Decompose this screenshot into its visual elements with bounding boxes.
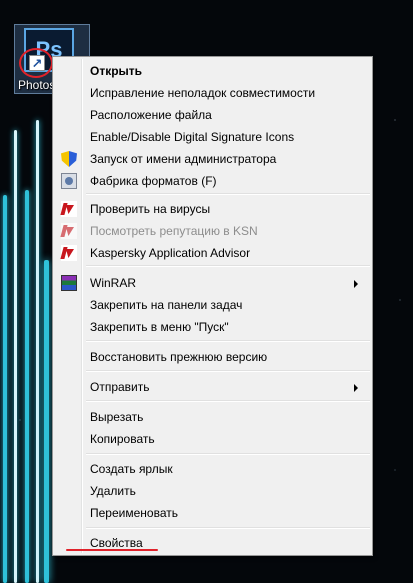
menu-separator <box>86 453 370 455</box>
menu-item-send-to[interactable]: Отправить <box>55 376 370 398</box>
menu-item-label: Копировать <box>90 432 155 446</box>
menu-item-label: Запуск от имени администратора <box>90 152 277 166</box>
menu-item-label: Переименовать <box>90 506 178 520</box>
menu-separator <box>86 193 370 195</box>
menu-item-open[interactable]: Открыть <box>55 60 370 82</box>
menu-item-signature-icons[interactable]: Enable/Disable Digital Signature Icons <box>55 126 370 148</box>
kaspersky-icon <box>61 223 77 239</box>
menu-item-label: Расположение файла <box>90 108 212 122</box>
menu-item-label: WinRAR <box>90 276 137 290</box>
menu-item-scan-virus[interactable]: Проверить на вирусы <box>55 198 370 220</box>
menu-item-create-shortcut[interactable]: Создать ярлык <box>55 458 370 480</box>
menu-item-pin-taskbar[interactable]: Закрепить на панели задач <box>55 294 370 316</box>
context-menu: Открыть Исправление неполадок совместимо… <box>52 56 373 556</box>
menu-item-label: Вырезать <box>90 410 144 424</box>
menu-item-delete[interactable]: Удалить <box>55 480 370 502</box>
menu-item-label: Фабрика форматов (F) <box>90 174 217 188</box>
menu-separator <box>86 400 370 402</box>
wallpaper-beam <box>44 260 49 583</box>
wallpaper-beam <box>36 120 39 583</box>
menu-item-label: Закрепить в меню "Пуск" <box>90 320 229 334</box>
menu-item-label: Закрепить на панели задач <box>90 298 243 312</box>
format-factory-icon <box>61 173 77 189</box>
menu-item-label: Проверить на вирусы <box>90 202 211 216</box>
menu-item-file-location[interactable]: Расположение файла <box>55 104 370 126</box>
menu-separator <box>86 370 370 372</box>
menu-item-copy[interactable]: Копировать <box>55 428 370 450</box>
menu-item-format-factory[interactable]: Фабрика форматов (F) <box>55 170 370 192</box>
wallpaper-beam <box>25 190 29 583</box>
menu-separator <box>86 340 370 342</box>
menu-item-pin-start[interactable]: Закрепить в меню "Пуск" <box>55 316 370 338</box>
menu-item-label: Kaspersky Application Advisor <box>90 246 251 260</box>
menu-item-label: Восстановить прежнюю версию <box>90 350 268 364</box>
wallpaper-beam <box>14 130 17 583</box>
wallpaper-beam <box>3 195 7 583</box>
menu-item-ksn-reputation: Посмотреть репутацию в KSN <box>55 220 370 242</box>
menu-item-troubleshoot-compatibility[interactable]: Исправление неполадок совместимости <box>55 82 370 104</box>
menu-item-rename[interactable]: Переименовать <box>55 502 370 524</box>
uac-shield-icon <box>61 151 77 167</box>
menu-item-label: Посмотреть репутацию в KSN <box>90 224 258 238</box>
menu-item-label: Отправить <box>90 380 150 394</box>
annotation-circle <box>19 48 53 78</box>
menu-separator <box>86 527 370 529</box>
annotation-underline <box>66 549 158 551</box>
menu-item-label: Enable/Disable Digital Signature Icons <box>90 130 295 144</box>
menu-item-label: Создать ярлык <box>90 462 173 476</box>
menu-item-winrar[interactable]: WinRAR <box>55 272 370 294</box>
kaspersky-icon <box>61 201 77 217</box>
menu-item-kaspersky-advisor[interactable]: Kaspersky Application Advisor <box>55 242 370 264</box>
menu-item-restore-previous[interactable]: Восстановить прежнюю версию <box>55 346 370 368</box>
menu-item-label: Исправление неполадок совместимости <box>90 86 316 100</box>
submenu-arrow-icon <box>354 280 358 288</box>
menu-item-run-as-admin[interactable]: Запуск от имени администратора <box>55 148 370 170</box>
winrar-icon <box>61 275 77 291</box>
menu-item-label: Удалить <box>90 484 136 498</box>
menu-item-label: Открыть <box>90 64 143 78</box>
kaspersky-icon <box>61 245 77 261</box>
submenu-arrow-icon <box>354 384 358 392</box>
menu-item-cut[interactable]: Вырезать <box>55 406 370 428</box>
menu-separator <box>86 265 370 267</box>
